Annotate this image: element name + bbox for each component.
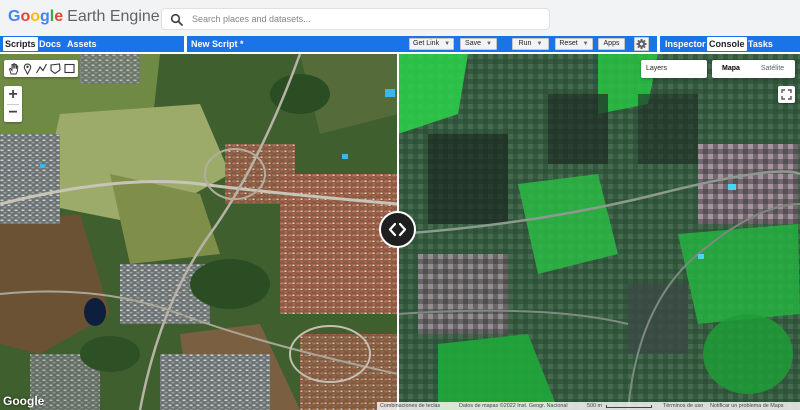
get-link-label: Get Link bbox=[413, 40, 440, 47]
right-panel-tabs: Inspector Console Tasks bbox=[660, 36, 800, 52]
line-icon[interactable] bbox=[35, 62, 48, 75]
aerial-imagery bbox=[0, 54, 398, 410]
left-panel-tabs: Scripts Docs Assets bbox=[0, 36, 184, 52]
logo-letter: o bbox=[20, 8, 31, 25]
logo-letter: G bbox=[8, 8, 21, 25]
tab-assets[interactable]: Assets bbox=[65, 37, 99, 51]
script-title[interactable]: New Script * bbox=[191, 37, 244, 51]
gear-icon bbox=[636, 39, 647, 49]
search-input[interactable] bbox=[192, 11, 542, 27]
search-icon bbox=[170, 13, 183, 26]
scale-label[interactable]: 500 m bbox=[587, 403, 602, 409]
fullscreen-icon bbox=[781, 89, 792, 100]
zoom-out-button[interactable]: − bbox=[4, 104, 22, 122]
google-wordmark: Google bbox=[8, 8, 63, 25]
apps-label: Apps bbox=[603, 40, 620, 47]
map-view[interactable]: + − Layers Mapa Satélite Google Combinac… bbox=[0, 54, 800, 410]
apps-button[interactable]: Apps bbox=[598, 38, 625, 50]
zoom-control: + − bbox=[4, 86, 22, 122]
logo-letter: e bbox=[54, 8, 64, 25]
chevron-down-icon: ▼ bbox=[582, 41, 589, 47]
map-type-satelite[interactable]: Satélite bbox=[750, 60, 795, 78]
map-footer: Combinaciones de teclas Datos de mapas ©… bbox=[377, 402, 800, 410]
fullscreen-button[interactable] bbox=[778, 86, 795, 103]
map-type-mapa[interactable]: Mapa bbox=[712, 60, 750, 78]
google-earth-engine-logo[interactable]: Google Earth Engine bbox=[8, 7, 160, 27]
report-problem-link[interactable]: Notificar un problema de Maps bbox=[710, 403, 783, 409]
tab-tasks[interactable]: Tasks bbox=[746, 37, 775, 51]
search-box[interactable] bbox=[161, 8, 550, 30]
save-label: Save bbox=[465, 40, 481, 47]
hand-icon[interactable] bbox=[7, 62, 20, 75]
rectangle-icon[interactable] bbox=[63, 62, 76, 75]
earth-engine-app: GoogleEarth Engine Scripts Docs Assets N… bbox=[0, 0, 800, 410]
keyboard-shortcuts-link[interactable]: Combinaciones de teclas bbox=[380, 403, 440, 409]
google-watermark: Google bbox=[3, 394, 45, 408]
marker-icon[interactable] bbox=[21, 62, 34, 75]
terms-link[interactable]: Términos de uso bbox=[663, 403, 703, 409]
map-data-attribution: Datos de mapas ©2022 Inst. Geogr. Nacion… bbox=[459, 403, 568, 409]
app-header: Google Earth Engine bbox=[0, 0, 800, 36]
get-link-button[interactable]: Get Link ▼ bbox=[409, 38, 454, 50]
tab-scripts[interactable]: Scripts bbox=[3, 37, 38, 51]
chevron-down-icon: ▼ bbox=[486, 41, 492, 47]
tab-inspector[interactable]: Inspector bbox=[663, 37, 708, 51]
chevron-down-icon: ▼ bbox=[536, 41, 543, 47]
zoom-in-button[interactable]: + bbox=[4, 86, 22, 104]
satellite-imagery-left[interactable] bbox=[0, 54, 398, 410]
settings-button[interactable] bbox=[634, 37, 649, 51]
drawing-tools bbox=[4, 60, 78, 77]
save-button[interactable]: Save ▼ bbox=[460, 38, 497, 50]
swipe-handle[interactable] bbox=[379, 211, 416, 248]
scale-bar bbox=[606, 405, 652, 408]
tab-docs[interactable]: Docs bbox=[37, 37, 63, 51]
layers-button[interactable]: Layers bbox=[641, 60, 707, 78]
run-button[interactable]: Run ▼ bbox=[512, 38, 549, 50]
run-label: Run bbox=[518, 40, 532, 47]
chevron-down-icon: ▼ bbox=[444, 41, 451, 47]
product-name: Earth Engine bbox=[67, 8, 160, 25]
false-color-imagery bbox=[398, 54, 800, 410]
logo-letter: o bbox=[30, 8, 41, 25]
map-type-control: Mapa Satélite bbox=[712, 60, 795, 78]
logo-letter: g bbox=[40, 8, 50, 25]
sentinel-imagery-right[interactable] bbox=[398, 54, 800, 410]
polygon-icon[interactable] bbox=[49, 62, 62, 75]
swipe-arrows-icon bbox=[388, 222, 407, 237]
reset-button[interactable]: Reset ▼ bbox=[555, 38, 593, 50]
tab-console[interactable]: Console bbox=[707, 37, 747, 51]
reset-label: Reset bbox=[559, 40, 578, 47]
toolbar: Scripts Docs Assets New Script * Get Lin… bbox=[0, 36, 800, 53]
